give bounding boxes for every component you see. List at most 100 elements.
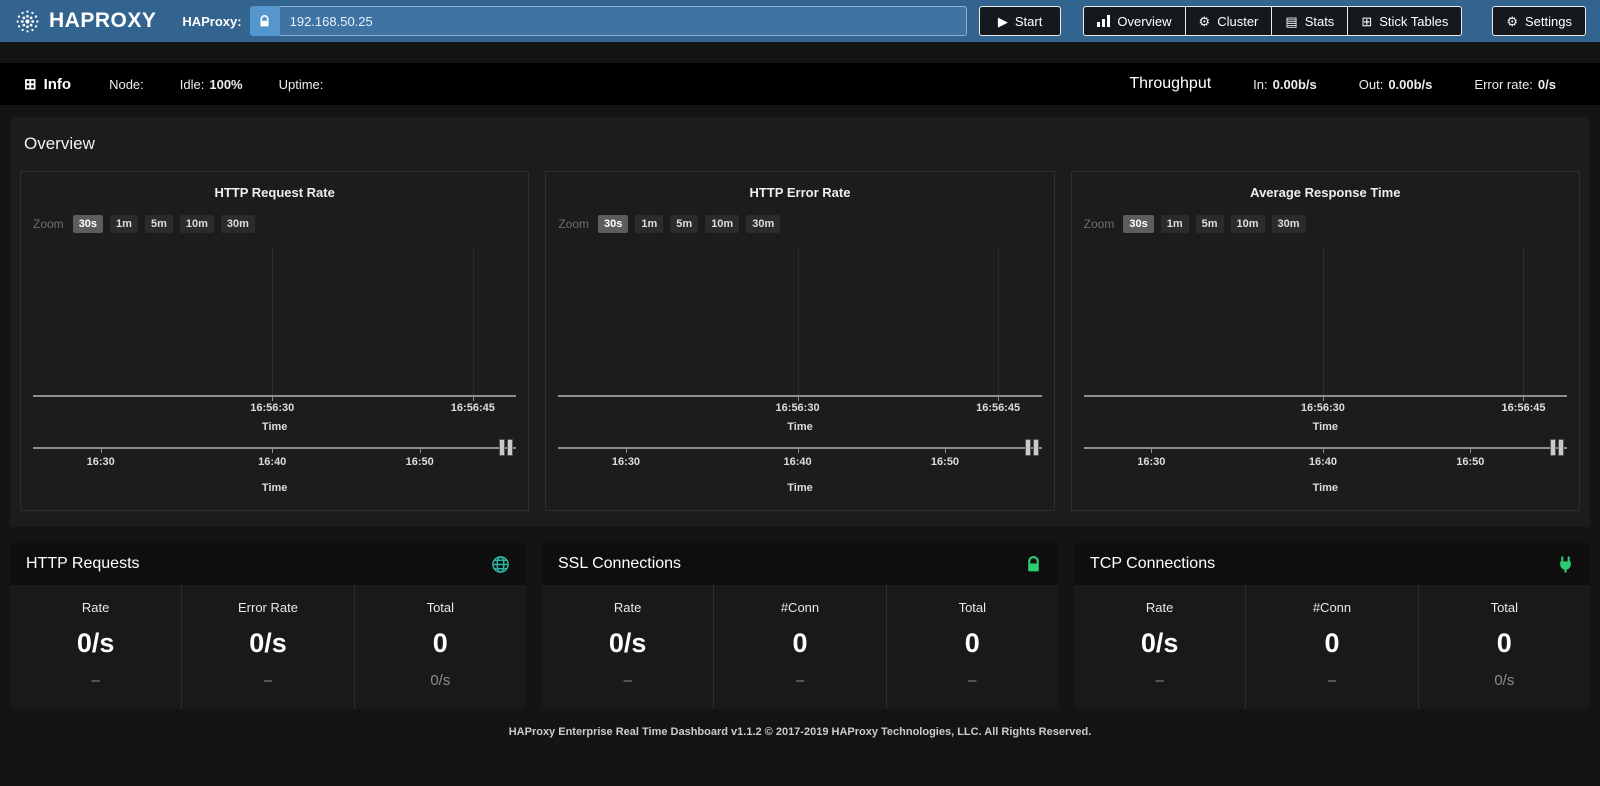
grid-table-icon: ⊞ (1361, 15, 1372, 28)
range-slider-handle[interactable] (1550, 439, 1564, 456)
axis-tick (798, 397, 799, 401)
x-axis-label: Time (1084, 421, 1567, 433)
axis-tick (101, 449, 102, 453)
lock-icon (1025, 556, 1042, 573)
axis-tick (272, 397, 273, 401)
stat-column: #Conn 0 – (713, 585, 885, 709)
throughput-group: Throughput In:0.00b/s Out:0.00b/s Error … (1087, 75, 1556, 93)
zoom-10m-button[interactable]: 10m (180, 215, 214, 233)
navigator-axis-label: Time (33, 482, 516, 494)
table-icon: ▤ (1285, 15, 1297, 28)
zoom-10m-button[interactable]: 10m (705, 215, 739, 233)
expand-icon: ⊞ (24, 75, 37, 93)
chart-plot-area (558, 247, 1041, 397)
gear-icon: ⚙ (1506, 15, 1518, 28)
footer-copyright: HAProxy Enterprise Real Time Dashboard v… (0, 709, 1600, 758)
zoom-30s-button[interactable]: 30s (73, 215, 103, 233)
zoom-30m-button[interactable]: 30m (746, 215, 780, 233)
zoom-controls: Zoom 30s 1m 5m 10m 30m (558, 215, 1041, 233)
stat-column: #Conn 0 – (1245, 585, 1417, 709)
card-tcp-connections: TCP Connections Rate 0/s – #Conn 0 – Tot… (1074, 543, 1590, 709)
plug-icon (1557, 556, 1574, 573)
zoom-30m-button[interactable]: 30m (221, 215, 255, 233)
axis-tick (420, 449, 421, 453)
gridline (473, 247, 474, 395)
nav-stats-button[interactable]: ▤ Stats (1271, 6, 1348, 36)
throughput-out: Out:0.00b/s (1359, 77, 1433, 92)
zoom-30s-button[interactable]: 30s (598, 215, 628, 233)
range-navigator[interactable]: 16:30 16:40 16:50 (558, 447, 1041, 479)
start-button[interactable]: ▶ Start (979, 6, 1061, 36)
play-icon: ▶ (998, 15, 1008, 28)
chart-panel-http-request-rate: HTTP Request Rate Zoom 30s 1m 5m 10m 30m… (20, 171, 529, 511)
address-field-label: HAProxy: (182, 14, 241, 29)
zoom-5m-button[interactable]: 5m (145, 215, 173, 233)
chart-plot-area (1084, 247, 1567, 397)
range-slider-handle[interactable] (499, 439, 513, 456)
nav-overview-button[interactable]: Overview (1083, 6, 1185, 36)
gridline (1323, 247, 1324, 395)
zoom-5m-button[interactable]: 5m (670, 215, 698, 233)
zoom-label: Zoom (1084, 217, 1115, 231)
zoom-label: Zoom (33, 217, 64, 231)
chart-title: HTTP Request Rate (33, 185, 516, 200)
zoom-controls: Zoom 30s 1m 5m 10m 30m (1084, 215, 1567, 233)
info-toggle[interactable]: ⊞ Info (24, 75, 71, 93)
nav-cluster-button[interactable]: ⚙ Cluster (1185, 6, 1273, 36)
stat-column: Total 0 0/s (354, 585, 526, 709)
axis-tick (798, 449, 799, 453)
stat-column: Rate 0/s – (10, 585, 181, 709)
zoom-label: Zoom (558, 217, 589, 231)
overview-section: Overview HTTP Request Rate Zoom 30s 1m 5… (10, 117, 1590, 527)
zoom-1m-button[interactable]: 1m (635, 215, 663, 233)
idle-stat: Idle:100% (180, 77, 243, 92)
gridline (272, 247, 273, 395)
node-label: Node: (109, 77, 144, 92)
charts-row: HTTP Request Rate Zoom 30s 1m 5m 10m 30m… (10, 171, 1590, 511)
zoom-1m-button[interactable]: 1m (1161, 215, 1189, 233)
card-header: HTTP Requests (10, 543, 526, 585)
axis-tick (272, 449, 273, 453)
axis-tick (1470, 449, 1471, 453)
throughput-in: In:0.00b/s (1253, 77, 1317, 92)
range-navigator[interactable]: 16:30 16:40 16:50 (33, 447, 516, 479)
error-rate-stat: Error rate:0/s (1474, 77, 1556, 92)
zoom-30s-button[interactable]: 30s (1123, 215, 1153, 233)
brand: HAPROXY (14, 8, 156, 35)
stat-column: Total 0 0/s (1418, 585, 1590, 709)
stat-cards-row: HTTP Requests Rate 0/s – Error Rate 0/s … (10, 543, 1590, 709)
axis-tick (626, 449, 627, 453)
axis-tick (473, 397, 474, 401)
stat-column: Error Rate 0/s – (181, 585, 353, 709)
range-navigator[interactable]: 16:30 16:40 16:50 (1084, 447, 1567, 479)
address-input[interactable] (280, 6, 967, 36)
globe-icon (491, 555, 510, 574)
axis-tick (1523, 397, 1524, 401)
x-axis-ticks: 16:56:30 16:56:45 (1084, 402, 1567, 418)
haproxy-logo-icon (14, 8, 41, 35)
zoom-5m-button[interactable]: 5m (1196, 215, 1224, 233)
navigator-line (558, 447, 1041, 449)
card-body: Rate 0/s – #Conn 0 – Total 0 – (542, 585, 1058, 709)
throughput-title: Throughput (1129, 75, 1211, 93)
zoom-30m-button[interactable]: 30m (1272, 215, 1306, 233)
axis-tick (945, 449, 946, 453)
settings-button[interactable]: ⚙ Settings (1492, 6, 1586, 36)
brand-name: HAPROXY (49, 9, 156, 33)
zoom-1m-button[interactable]: 1m (110, 215, 138, 233)
card-title: TCP Connections (1090, 555, 1215, 573)
stat-column: Rate 0/s – (1074, 585, 1245, 709)
info-bar: ⊞ Info Node: Idle:100% Uptime: Throughpu… (0, 63, 1600, 105)
card-body: Rate 0/s – Error Rate 0/s – Total 0 0/s (10, 585, 526, 709)
nav-stick-tables-button[interactable]: ⊞ Stick Tables (1347, 6, 1462, 36)
gears-icon: ⚙ (1199, 15, 1211, 28)
x-axis-label: Time (558, 421, 1041, 433)
chart-plot-area (33, 247, 516, 397)
gridline (1523, 247, 1524, 395)
zoom-10m-button[interactable]: 10m (1231, 215, 1265, 233)
range-slider-handle[interactable] (1025, 439, 1039, 456)
chart-icon (1097, 15, 1110, 27)
top-navbar: HAPROXY HAProxy: ▶ Start Overview ⚙ Clus… (0, 0, 1600, 42)
card-header: TCP Connections (1074, 543, 1590, 585)
address-lock-button[interactable] (250, 6, 280, 36)
